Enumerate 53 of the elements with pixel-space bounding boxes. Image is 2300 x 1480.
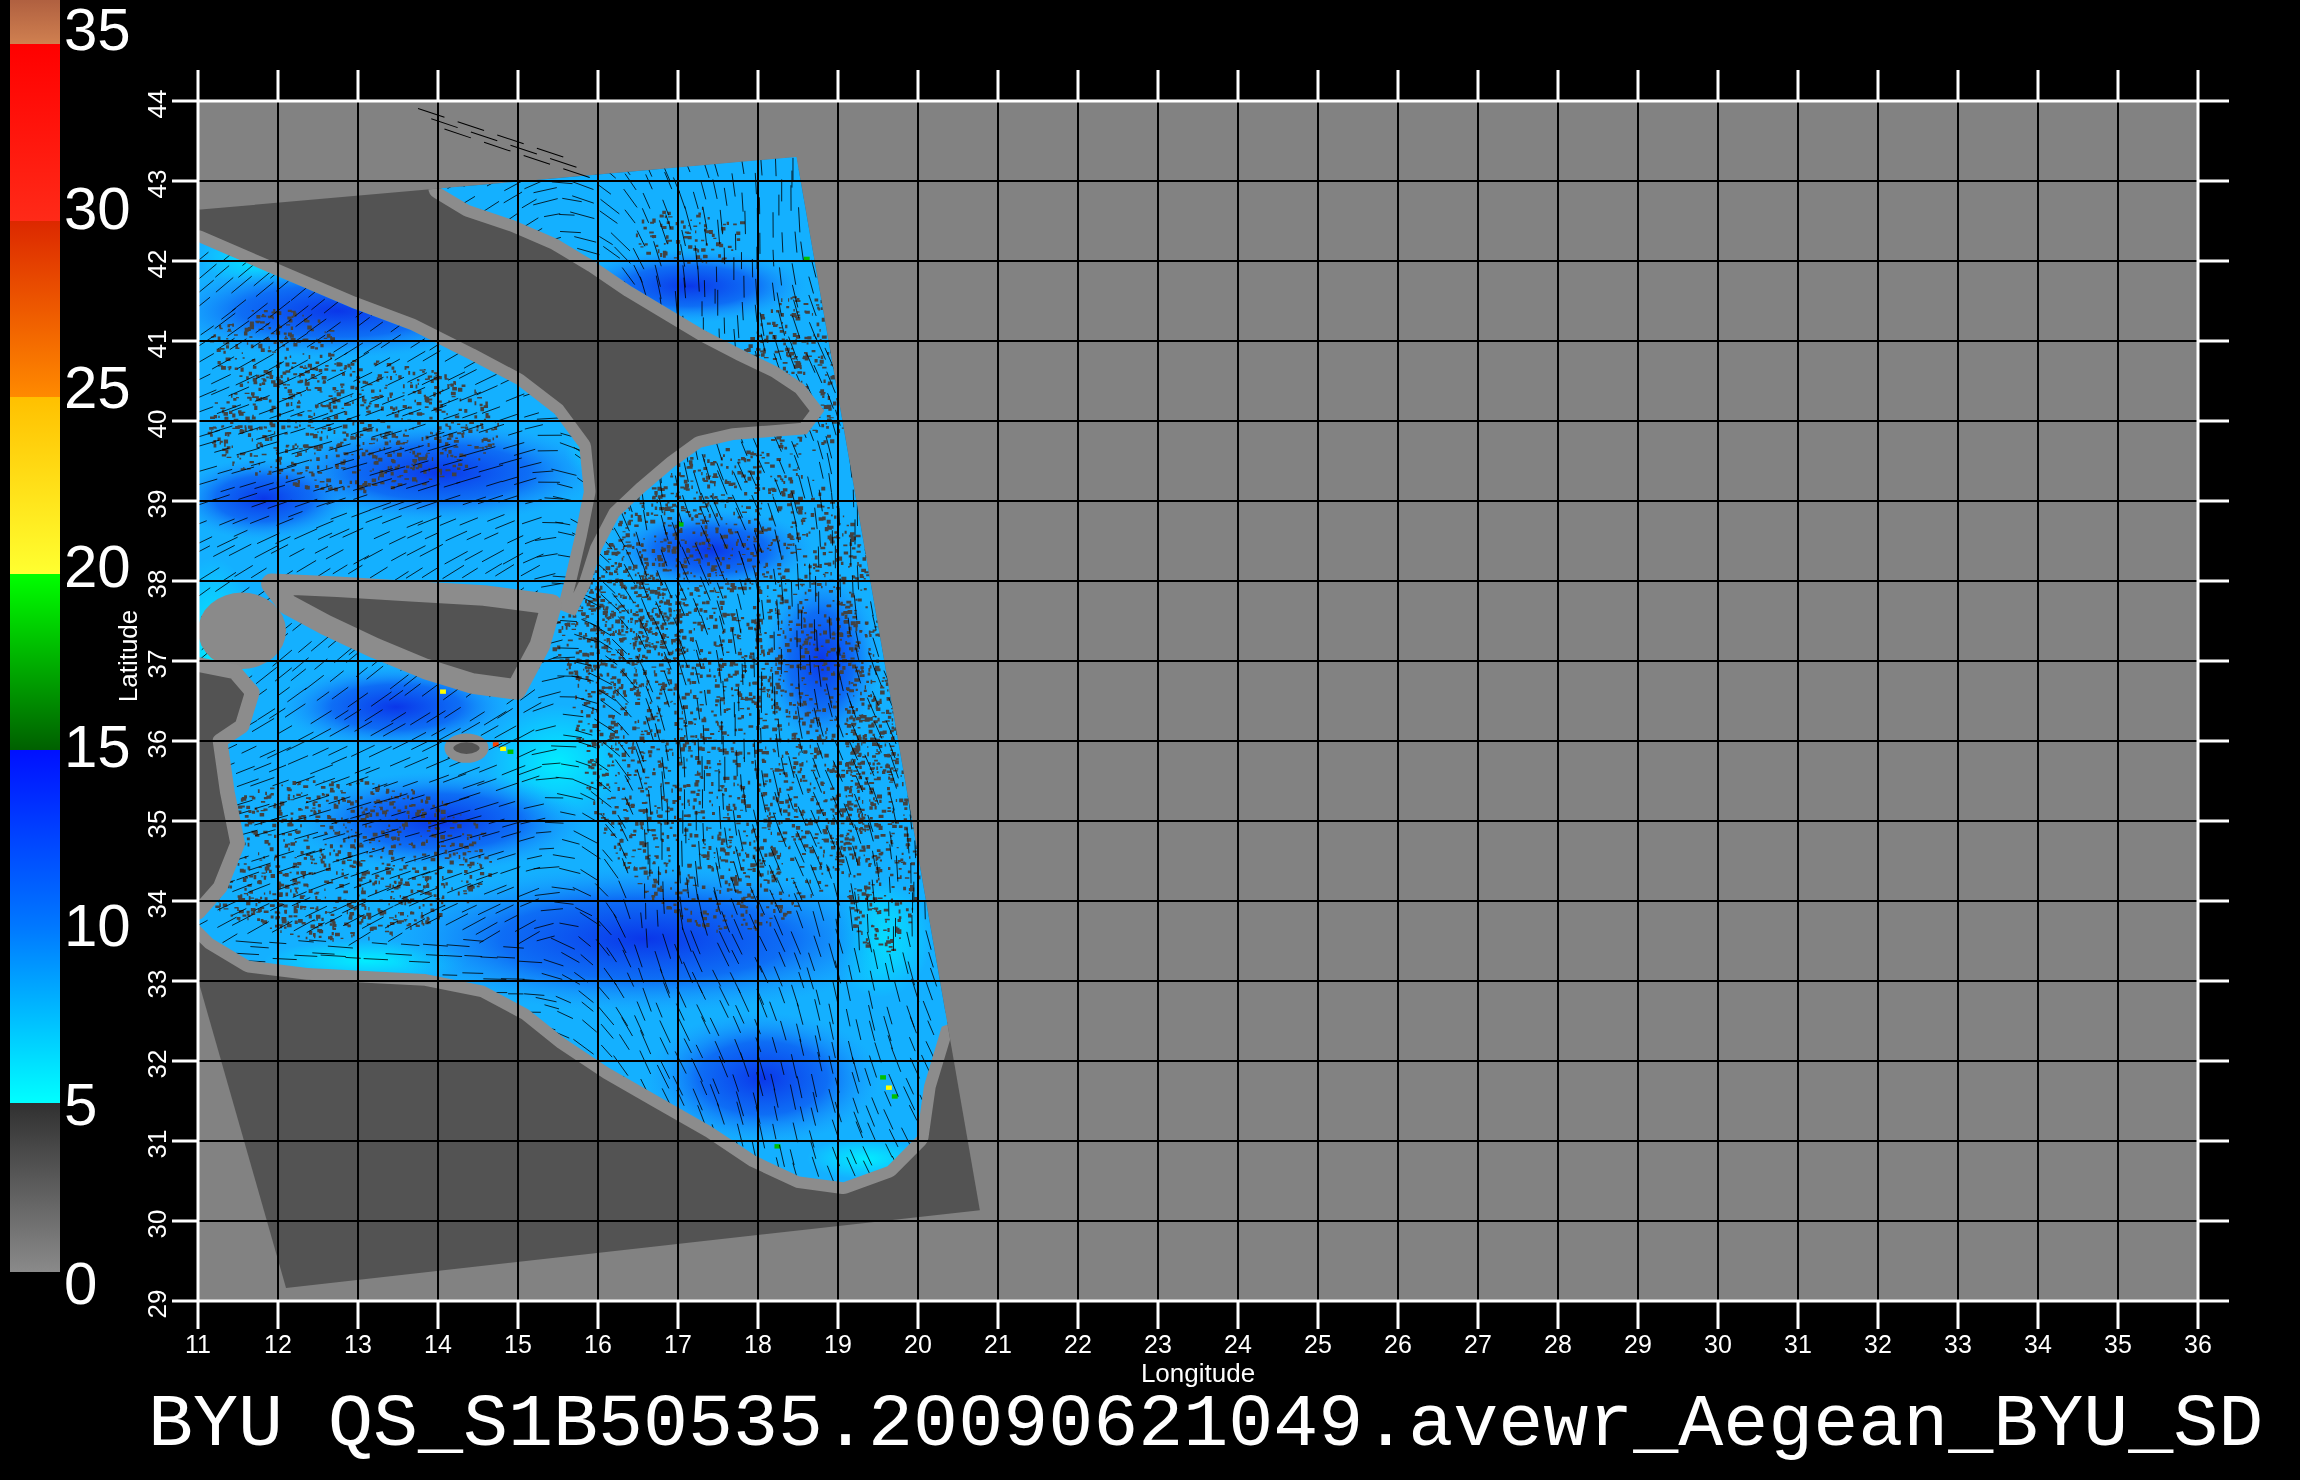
x-tick-label: 32 [1864, 1330, 1892, 1358]
x-tick-label: 16 [584, 1330, 612, 1358]
scale-label: 10 [64, 895, 131, 956]
y-tick-label: 29 [142, 1289, 172, 1319]
x-tick-label: 36 [2184, 1330, 2212, 1358]
x-tick-label: 13 [344, 1330, 372, 1358]
x-tick-label: 23 [1144, 1330, 1172, 1358]
scale-label: 35 [64, 0, 131, 60]
scale-label: 30 [64, 179, 131, 240]
x-tick-label: 15 [504, 1330, 532, 1358]
y-tick-label: 33 [142, 969, 172, 999]
y-tick-label: 40 [142, 409, 172, 439]
y-tick-label: 31 [142, 1129, 172, 1159]
x-tick-label: 26 [1384, 1330, 1412, 1358]
y-tick-label: 42 [142, 249, 172, 279]
y-tick-label: 39 [142, 489, 172, 519]
x-tick-label: 11 [185, 1330, 211, 1358]
y-tick-label: 35 [142, 809, 172, 839]
y-tick-label: 38 [142, 569, 172, 599]
x-tick-label: 34 [2024, 1330, 2052, 1358]
x-tick-label: 31 [1784, 1330, 1812, 1358]
x-tick-label: 33 [1944, 1330, 1972, 1358]
x-tick-label: 25 [1304, 1330, 1332, 1358]
y-tick-label: 34 [142, 889, 172, 919]
y-tick-label: 44 [142, 89, 172, 119]
plot-title: BYU QS_S1B50535.20090621049.avewr_Aegean_BYU_SD [148, 1388, 2264, 1463]
scale-label: 20 [64, 537, 131, 598]
scale-label: 25 [64, 358, 131, 419]
x-tick-label: 27 [1464, 1330, 1492, 1358]
scale-label: 15 [64, 716, 131, 777]
x-axis-title: Longitude [1140, 1358, 1256, 1388]
x-tick-label: 29 [1624, 1330, 1652, 1358]
y-tick-label: 43 [142, 169, 172, 199]
x-tick-label: 18 [744, 1330, 772, 1358]
x-tick-label: 22 [1064, 1330, 1092, 1358]
scale-label: 0 [64, 1254, 98, 1314]
x-tick-label: 20 [904, 1330, 932, 1358]
x-tick-label: 12 [264, 1330, 292, 1358]
y-tick-label: 36 [142, 729, 172, 759]
y-tick-label: 37 [142, 649, 172, 679]
x-tick-label: 28 [1544, 1330, 1572, 1358]
y-tick-label: 41 [142, 329, 172, 359]
x-tick-label: 35 [2104, 1330, 2132, 1358]
x-tick-label: 19 [824, 1330, 852, 1358]
y-tick-label: 30 [142, 1209, 172, 1239]
scale-label: 5 [64, 1074, 98, 1135]
x-tick-label: 30 [1704, 1330, 1732, 1358]
x-tick-label: 24 [1224, 1330, 1252, 1358]
y-axis-title: Latitude [113, 609, 143, 703]
x-tick-label: 14 [424, 1330, 452, 1358]
x-tick-label: 17 [664, 1330, 692, 1358]
y-tick-label: 32 [142, 1049, 172, 1079]
x-tick-label: 21 [984, 1330, 1012, 1358]
